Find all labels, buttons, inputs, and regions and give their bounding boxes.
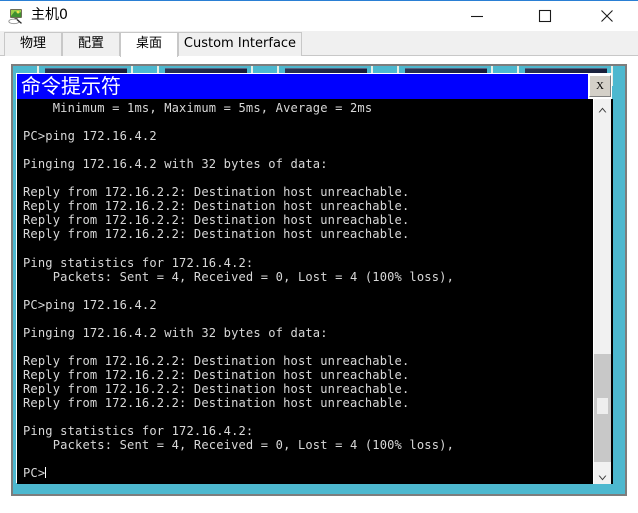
scroll-up-arrow-icon[interactable] <box>594 99 611 116</box>
scroll-down-arrow-icon[interactable] <box>594 467 611 484</box>
close-icon <box>601 10 613 22</box>
tab-bar: 物理 配置 桌面 Custom Interface <box>0 31 638 57</box>
terminal-output-area[interactable]: Minimum = 1ms, Maximum = 5ms, Average = … <box>17 99 613 484</box>
terminal-text: Minimum = 1ms, Maximum = 5ms, Average = … <box>23 101 585 482</box>
emulated-desktop[interactable]: 命令提示符 X Minimum = 1ms, Maximum = 5ms, Av… <box>13 66 625 494</box>
tab-custom-interface[interactable]: Custom Interface <box>178 32 302 56</box>
desktop-tab-panel: 命令提示符 X Minimum = 1ms, Maximum = 5ms, Av… <box>0 56 638 513</box>
host-pc-icon <box>7 7 25 25</box>
minimize-icon <box>471 15 483 18</box>
terminal-prompt: PC> <box>23 466 46 481</box>
window-title-bar: 主机0 <box>0 1 638 31</box>
tab-physical[interactable]: 物理 <box>4 32 62 56</box>
command-prompt-window: 命令提示符 X Minimum = 1ms, Maximum = 5ms, Av… <box>16 73 613 484</box>
emulated-desktop-frame: 命令提示符 X Minimum = 1ms, Maximum = 5ms, Av… <box>11 64 627 496</box>
command-prompt-title-bar[interactable]: 命令提示符 <box>17 74 588 99</box>
tab-config[interactable]: 配置 <box>62 32 120 56</box>
host-device-window: 主机0 物理 配置 桌面 Custom Interface 命令提示符 X Mi… <box>0 0 638 513</box>
maximize-button[interactable] <box>522 1 568 31</box>
command-prompt-title-text: 命令提示符 <box>21 74 121 98</box>
terminal-scrollbar[interactable] <box>593 99 611 484</box>
scrollbar-thumb[interactable] <box>594 354 611 462</box>
window-title-text: 主机0 <box>31 7 68 23</box>
tab-desktop[interactable]: 桌面 <box>120 32 178 57</box>
minimize-button[interactable] <box>454 1 500 31</box>
terminal-history: Minimum = 1ms, Maximum = 5ms, Average = … <box>23 101 455 453</box>
scrollbar-thumb-grip <box>597 398 608 414</box>
text-cursor-icon <box>45 467 47 479</box>
maximize-icon <box>538 9 552 23</box>
command-prompt-close-button[interactable]: X <box>589 75 611 97</box>
close-button[interactable] <box>584 1 630 31</box>
